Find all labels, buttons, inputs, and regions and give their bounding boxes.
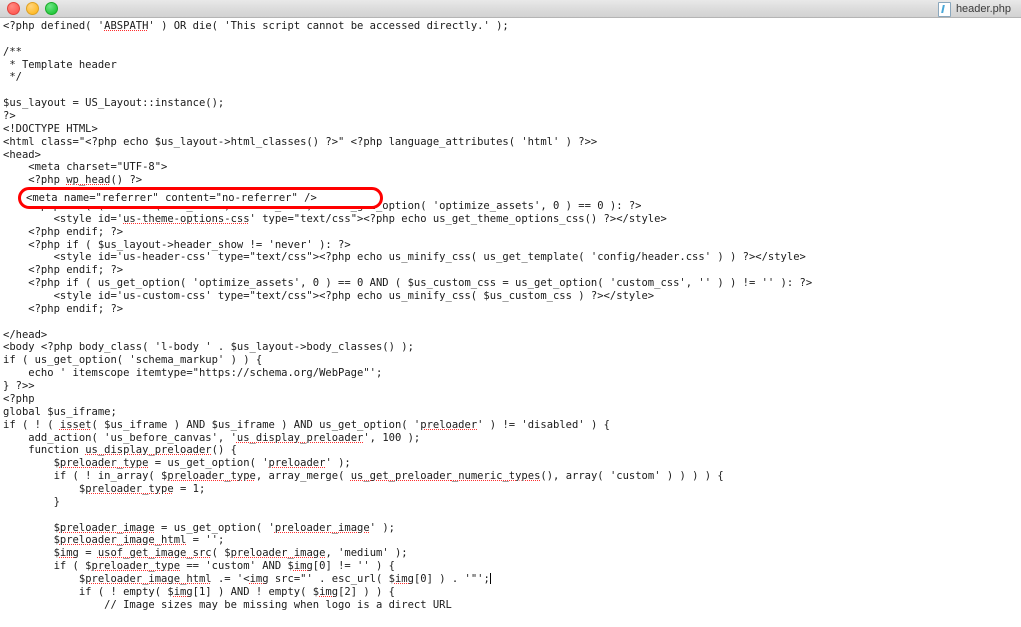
zoom-button[interactable] bbox=[45, 2, 58, 15]
code-line: <head> bbox=[3, 148, 41, 161]
code-editor-window: header.php <?php defined( 'ABSPATH' ) OR… bbox=[0, 0, 1021, 627]
code-line: <!DOCTYPE HTML> bbox=[3, 122, 98, 135]
text-cursor bbox=[489, 572, 491, 584]
code-line: </head> bbox=[3, 328, 48, 341]
code-line: <?php if ( $us_layout->header_show != 'n… bbox=[3, 238, 351, 251]
code-line: $preloader_image = us_get_option( 'prelo… bbox=[3, 521, 395, 534]
code-line: <html class="<?php echo $us_layout->html… bbox=[3, 135, 598, 148]
code-line: <?php wp_head() ?> bbox=[3, 174, 143, 187]
code-line: */ bbox=[3, 71, 22, 84]
code-line: if ( ! empty( $img[1] ) AND ! empty( $im… bbox=[3, 585, 395, 598]
code-line: } bbox=[3, 495, 60, 508]
code-line: <?php endif; ?> bbox=[3, 225, 124, 238]
code-line: <style id='us-header-css' type="text/css… bbox=[3, 251, 806, 264]
code-text[interactable]: <?php defined( 'ABSPATH' ) OR die( 'This… bbox=[0, 18, 812, 612]
code-line: if ( ! in_array( $preloader_type, array_… bbox=[3, 470, 724, 483]
code-line: if ( us_get_option( 'schema_markup' ) ) … bbox=[3, 354, 263, 367]
close-button[interactable] bbox=[7, 2, 20, 15]
code-line: <body <?php body_class( 'l-body ' . $us_… bbox=[3, 341, 414, 354]
code-line: add_action( 'us_before_canvas', 'us_disp… bbox=[3, 431, 421, 444]
code-line: <?php endif; ?> bbox=[3, 264, 124, 277]
code-line: $preloader_type = 1; bbox=[3, 482, 206, 495]
code-editor-area[interactable]: <?php defined( 'ABSPATH' ) OR die( 'This… bbox=[0, 18, 1021, 627]
code-line: if ( ! ( isset( $us_iframe ) AND $us_ifr… bbox=[3, 418, 610, 431]
code-line: // Image sizes may be missing when logo … bbox=[3, 598, 452, 611]
code-line: if ( $preloader_type == 'custom' AND $im… bbox=[3, 560, 395, 573]
code-line: function us_display_preloader() { bbox=[3, 444, 237, 457]
code-line: $preloader_image_html = ''; bbox=[3, 534, 225, 547]
php-file-icon bbox=[937, 1, 951, 17]
window-title-area: header.php bbox=[937, 0, 1011, 18]
code-line: $preloader_image_html .= '<img src="' . … bbox=[3, 572, 491, 585]
code-line: echo ' itemscope itemtype="https://schem… bbox=[3, 367, 383, 380]
window-title: header.php bbox=[955, 3, 1011, 15]
code-line: <style id='us-theme-options-css' type="t… bbox=[3, 212, 667, 225]
window-controls bbox=[0, 2, 58, 15]
window-titlebar[interactable]: header.php bbox=[0, 0, 1021, 18]
code-line: } ?>> bbox=[3, 380, 35, 393]
code-line: $us_layout = US_Layout::instance(); bbox=[3, 97, 225, 110]
code-line: $img = usof_get_image_src( $preloader_im… bbox=[3, 547, 408, 560]
code-line: <?php if ( us_get_option( 'optimize_asse… bbox=[3, 277, 813, 290]
code-line: <?php bbox=[3, 392, 35, 405]
minimize-button[interactable] bbox=[26, 2, 39, 15]
code-line: <?php endif; ?> bbox=[3, 302, 124, 315]
code-line: <meta charset="UTF-8"> bbox=[3, 161, 168, 174]
code-line: /** bbox=[3, 45, 22, 58]
annotation-code-line: <meta name="referrer" content="no-referr… bbox=[26, 192, 317, 204]
code-line: ?> bbox=[3, 110, 16, 123]
code-line: global $us_iframe; bbox=[3, 405, 117, 418]
code-line: * Template header bbox=[3, 58, 117, 71]
code-line: <?php defined( 'ABSPATH' ) OR die( 'This… bbox=[3, 20, 509, 32]
code-line: $preloader_type = us_get_option( 'preloa… bbox=[3, 457, 351, 470]
code-line: <style id='us-custom-css' type="text/css… bbox=[3, 290, 655, 303]
